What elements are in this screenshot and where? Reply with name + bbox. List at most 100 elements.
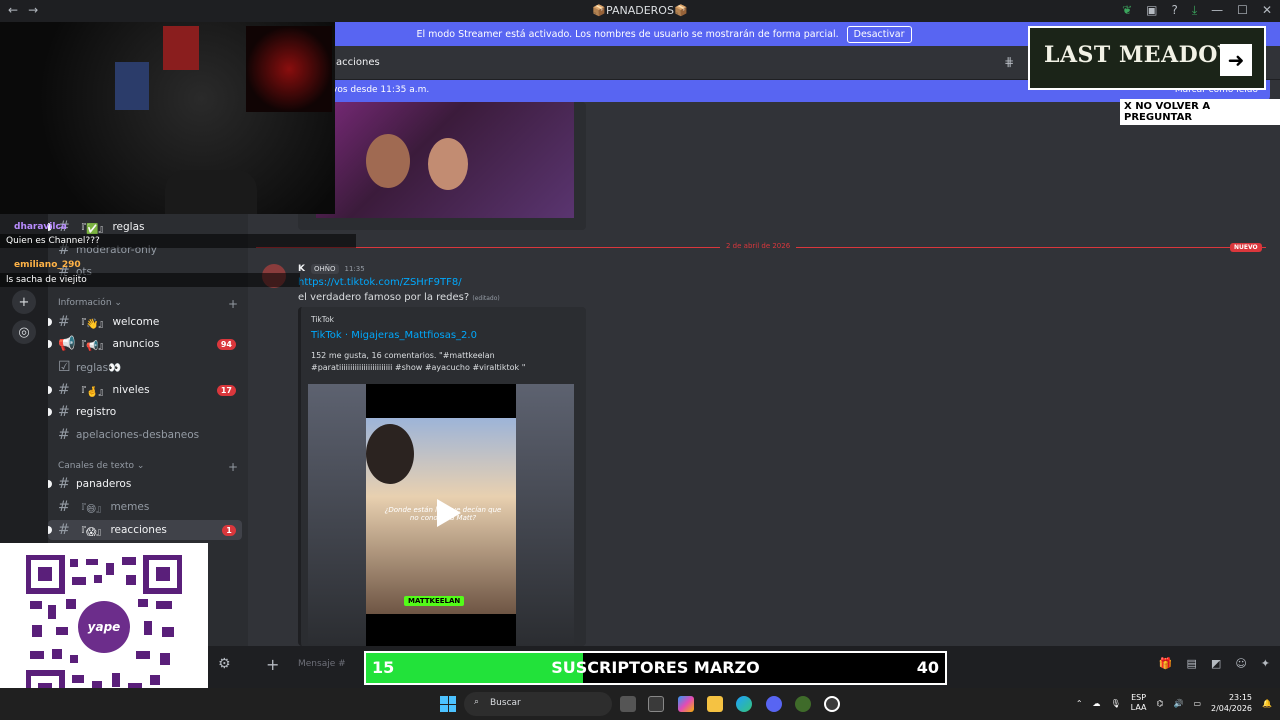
channel-reacciones[interactable]: # 『😱』 reacciones 1 [48,520,242,540]
message-time: 11:35 [344,265,365,273]
hash-icon: # [58,476,70,492]
hash-icon: # [58,314,70,330]
new-messages-text: vos desde 11:35 a.m. [332,85,430,95]
unread-dot [48,386,52,394]
ad-banner[interactable]: LAST MEADOW ➜ [1028,26,1266,90]
channel-apelaciones[interactable]: # apelaciones-desbaneos [48,425,242,445]
notifications-icon[interactable]: 🔔 [1262,699,1272,708]
obs-icon[interactable] [824,696,840,712]
taskbar-search[interactable]: ⌕ Buscar [464,692,612,716]
arrow-right-icon[interactable]: ➜ [1220,44,1252,76]
inbox-icon[interactable]: ▣ [1146,3,1157,18]
download-icon[interactable]: ⤓ [1192,3,1197,18]
copilot-icon[interactable] [678,696,694,712]
microphone-icon[interactable]: 🎙 [1111,699,1121,708]
language-indicator[interactable]: ESP LAA [1131,693,1147,713]
message-link[interactable]: https://vt.tiktok.com/ZSHrF9TF8/ [298,277,462,288]
yape-logo: yape [78,601,130,653]
subs-goal-bar: 15 SUSCRIPTORES MARZO 40 [364,651,947,685]
unread-dot [48,318,52,326]
ad-title: LAST MEADOW [1044,42,1244,68]
chat-overlay-user: emiliano_290 [14,260,81,270]
channel-reglas-2[interactable]: ☑ reglas👀 [48,357,242,377]
message-header: K OHÑO 11:35 [298,264,365,274]
play-icon[interactable] [429,496,463,530]
channel-label: apelaciones-desbaneos [76,429,200,441]
system-tray: ⌃ ☁ 🎙 ESP LAA ⌬ 🔊 ▭ 23:15 2/04/2026 🔔 [1076,692,1272,714]
ad-dismiss-button[interactable]: X NO VOLVER A PREGUNTAR [1120,99,1280,125]
leaf-icon[interactable]: ❦ [1122,3,1132,18]
goal-label: SUSCRIPTORES MARZO [551,658,760,677]
message-input[interactable]: Mensaje # [298,659,346,669]
discord-icon[interactable] [766,696,782,712]
windows-start-icon[interactable] [440,696,456,712]
emoji-icon[interactable]: ☺ [1235,657,1246,670]
channel-anuncios[interactable]: 📢 『📢』 anuncios 94 [48,334,242,354]
channel-niveles[interactable]: # 『🤞』 niveles 17 [48,380,242,400]
server-tag[interactable]: OHÑO [310,264,339,274]
new-label: NUEVO [1230,243,1262,252]
edge-icon[interactable] [736,696,752,712]
photo-face [366,134,410,188]
embed-provider: TikTok [311,315,335,324]
channel-label: anuncios [112,338,160,350]
channel-emoji: 『😄』 [76,503,107,515]
discover-icon[interactable]: ◎ [12,320,36,344]
taskbar: ⌕ Buscar ⌃ ☁ 🎙 ESP LAA ⌬ 🔊 ▭ 23:15 2/04/… [0,688,1280,720]
chevron-up-icon[interactable]: ⌃ [1076,699,1083,708]
network-icon[interactable]: ⌬ [1156,699,1163,708]
category-label: Canales de texto [58,461,134,471]
gif-icon[interactable]: ▤ [1187,657,1197,670]
unread-dot [48,526,52,534]
sticker-icon[interactable]: ◩ [1211,657,1221,670]
unread-dot [48,480,52,488]
clock-time: 23:15 [1228,693,1253,702]
minimize-icon[interactable]: — [1211,3,1223,18]
add-channel-icon[interactable]: + [228,460,238,474]
poster-image [115,62,149,110]
apps-icon[interactable]: ✦ [1261,657,1270,670]
deactivate-button[interactable]: Desactivar [846,25,912,43]
red-light [246,26,332,112]
onedrive-icon[interactable]: ☁ [1093,699,1101,708]
volume-icon[interactable]: 🔊 [1173,699,1183,708]
category-informacion[interactable]: Información ⌄ + [58,297,238,311]
task-view-icon[interactable] [620,696,636,712]
divider-date: 2 de abril de 2026 [720,242,797,250]
threads-icon[interactable]: ⋕ [1004,55,1014,69]
previous-embed-image[interactable] [316,102,574,218]
window-title: 📦PANADEROS📦 [592,4,688,17]
embed-title[interactable]: TikTok · Migajeras_Mattfiosas_2.0 [311,330,477,341]
mention-badge: 94 [216,338,236,350]
video-person [366,424,414,484]
message-body: el verdadero famoso por la redes? [298,292,470,303]
add-server-icon[interactable]: + [12,290,36,314]
attach-icon[interactable]: + [266,655,279,674]
add-channel-icon[interactable]: + [228,297,238,311]
battery-icon[interactable]: ▭ [1193,699,1201,708]
goal-target: 40 [916,658,939,677]
unread-dot [48,340,52,348]
streamer-text: El modo Streamer está activado. Los nomb… [416,28,839,40]
channel-panaderos[interactable]: # panaderos [48,474,242,494]
video-badge: MATTKEELAN [404,596,465,606]
maximize-icon[interactable]: ☐ [1237,3,1248,18]
settings-gear-icon[interactable]: ⚙ [218,656,231,672]
channel-welcome[interactable]: # 『👋』 welcome [48,312,242,332]
category-canales-de-texto[interactable]: Canales de texto ⌄ + [58,460,238,474]
help-icon[interactable]: ? [1171,3,1177,18]
clock[interactable]: 23:15 2/04/2026 [1211,692,1252,714]
embed-description: 152 me gusta, 16 comentarios. "#mattkeel… [311,351,526,372]
gift-icon[interactable]: 🎁 [1159,657,1173,670]
store-icon[interactable] [648,696,664,712]
channel-registro[interactable]: # registro [48,402,242,422]
channel-emoji: 『😱』 [76,526,107,538]
close-icon[interactable]: ✕ [1262,3,1272,18]
embed-video[interactable]: ¿Donde están los que decían que no conoc… [308,384,574,646]
channel-emoji: 『📢』 [76,340,109,352]
app-icon[interactable] [795,696,811,712]
screen: ← → 📦PANADEROS📦 ❦ ▣ ? ⤓ — ☐ ✕ El modo St… [0,0,1280,720]
file-explorer-icon[interactable] [707,696,723,712]
channel-memes[interactable]: # 『😄』 memes [48,497,242,517]
hash-icon: # [58,382,70,398]
